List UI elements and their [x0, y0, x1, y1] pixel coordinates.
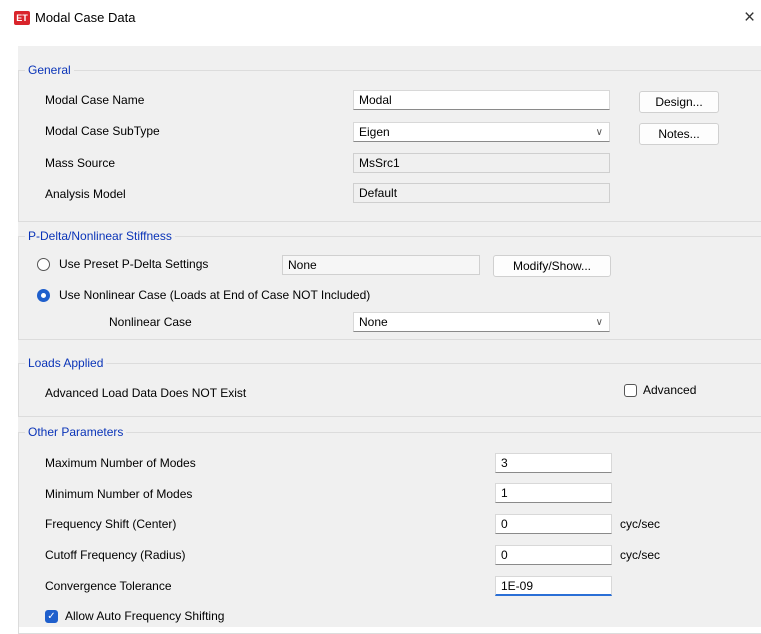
- convergence-tolerance-label: Convergence Tolerance: [45, 579, 172, 593]
- min-modes-label: Minimum Number of Modes: [45, 487, 193, 501]
- auto-frequency-shifting-checkbox[interactable]: ✓: [45, 610, 58, 623]
- modal-case-name-input[interactable]: Modal: [353, 90, 610, 110]
- app-icon: ET: [14, 11, 30, 25]
- mass-source-label: Mass Source: [45, 156, 116, 170]
- nonlinear-case-dropdown[interactable]: None ∨: [353, 312, 610, 332]
- dialog-body: General Modal Case Name Modal Design... …: [18, 46, 761, 634]
- subtype-label: Modal Case SubType: [45, 124, 160, 138]
- max-modes-label: Maximum Number of Modes: [45, 456, 196, 470]
- min-modes-input[interactable]: 1: [495, 483, 612, 503]
- chevron-down-icon: ∨: [595, 317, 603, 328]
- cutoff-frequency-label: Cutoff Frequency (Radius): [45, 548, 186, 562]
- preset-pdelta-radio[interactable]: [37, 258, 50, 271]
- chevron-down-icon: ∨: [595, 127, 603, 138]
- window-title: Modal Case Data: [35, 10, 136, 25]
- preset-pdelta-field: None: [282, 255, 480, 275]
- modify-show-button[interactable]: Modify/Show...: [493, 255, 611, 277]
- checkmark-icon: ✓: [47, 611, 56, 622]
- subtype-dropdown[interactable]: Eigen ∨: [353, 122, 610, 142]
- cutoff-frequency-unit: cyc/sec: [620, 548, 661, 562]
- notes-button[interactable]: Notes...: [639, 123, 719, 145]
- close-icon[interactable]: ×: [744, 7, 755, 29]
- nonlinear-case-label: Nonlinear Case: [109, 315, 192, 329]
- max-modes-input[interactable]: 3: [495, 453, 612, 473]
- cutoff-frequency-input[interactable]: 0: [495, 545, 612, 565]
- other-section-title: Other Parameters: [25, 425, 127, 439]
- general-group: General Modal Case Name Modal Design... …: [18, 63, 761, 222]
- general-section-title: General: [25, 63, 74, 77]
- nonlinear-case-radio[interactable]: [37, 289, 50, 302]
- analysis-model-label: Analysis Model: [45, 187, 126, 201]
- nonlinear-case-value: None: [359, 315, 388, 329]
- pdelta-group: P-Delta/Nonlinear Stiffness Use Preset P…: [18, 229, 761, 340]
- other-parameters-group: Other Parameters Maximum Number of Modes…: [18, 425, 761, 634]
- advanced-load-status: Advanced Load Data Does NOT Exist: [45, 386, 247, 400]
- advanced-checkbox[interactable]: [624, 384, 637, 397]
- mass-source-field: MsSrc1: [353, 153, 610, 173]
- frequency-shift-label: Frequency Shift (Center): [45, 517, 177, 531]
- title-bar: ET Modal Case Data ×: [0, 0, 761, 36]
- convergence-tolerance-input[interactable]: 1E-09: [495, 576, 612, 596]
- modal-case-name-label: Modal Case Name: [45, 93, 145, 107]
- pdelta-section-title: P-Delta/Nonlinear Stiffness: [25, 229, 175, 243]
- auto-frequency-shifting-label[interactable]: Allow Auto Frequency Shifting: [65, 609, 224, 623]
- loads-section-title: Loads Applied: [25, 356, 107, 370]
- preset-pdelta-label[interactable]: Use Preset P-Delta Settings: [59, 257, 208, 271]
- frequency-shift-input[interactable]: 0: [495, 514, 612, 534]
- advanced-label[interactable]: Advanced: [643, 383, 696, 397]
- loads-group: Loads Applied Advanced Load Data Does NO…: [18, 356, 761, 417]
- analysis-model-field: Default: [353, 183, 610, 203]
- frequency-shift-unit: cyc/sec: [620, 517, 661, 531]
- subtype-value: Eigen: [359, 125, 390, 139]
- design-button[interactable]: Design...: [639, 91, 719, 113]
- nonlinear-case-option-label[interactable]: Use Nonlinear Case (Loads at End of Case…: [59, 288, 370, 302]
